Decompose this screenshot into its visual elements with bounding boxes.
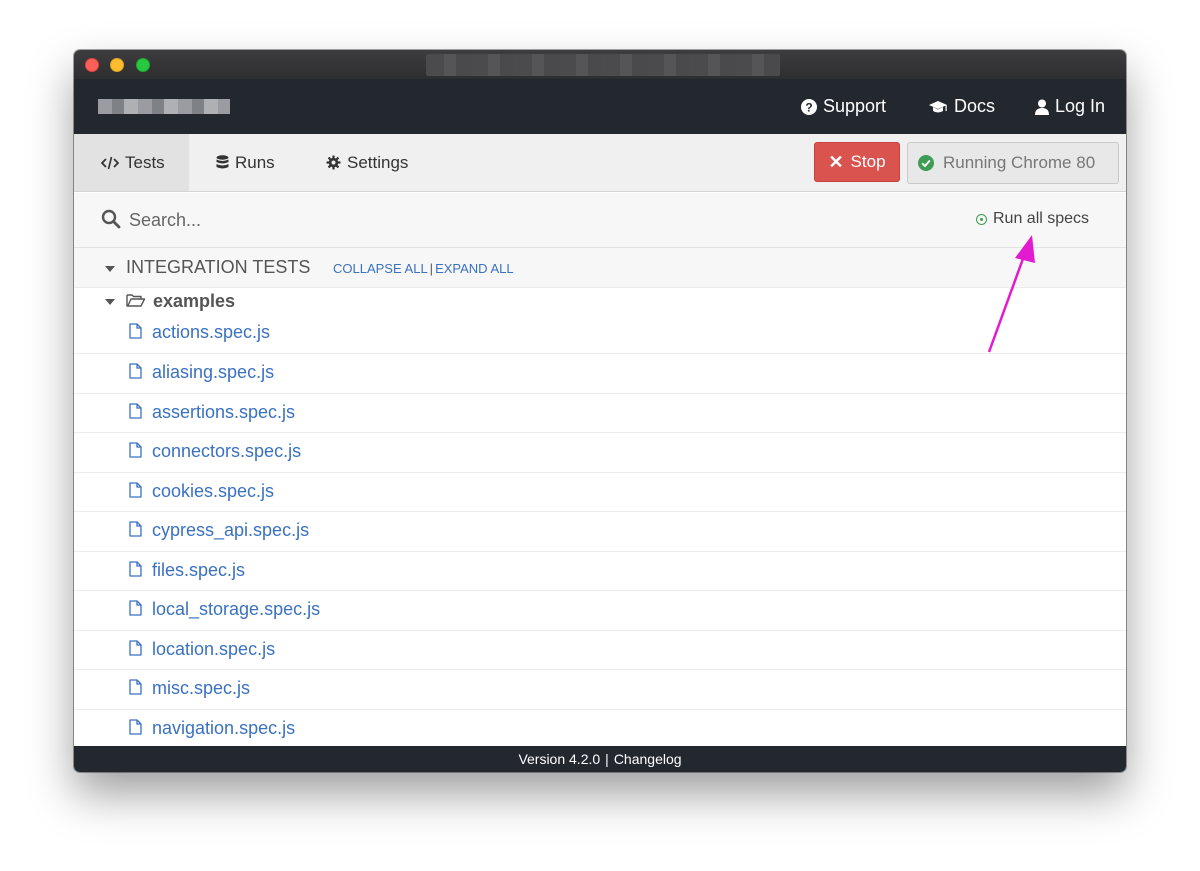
annotation-arrow — [987, 235, 1035, 353]
